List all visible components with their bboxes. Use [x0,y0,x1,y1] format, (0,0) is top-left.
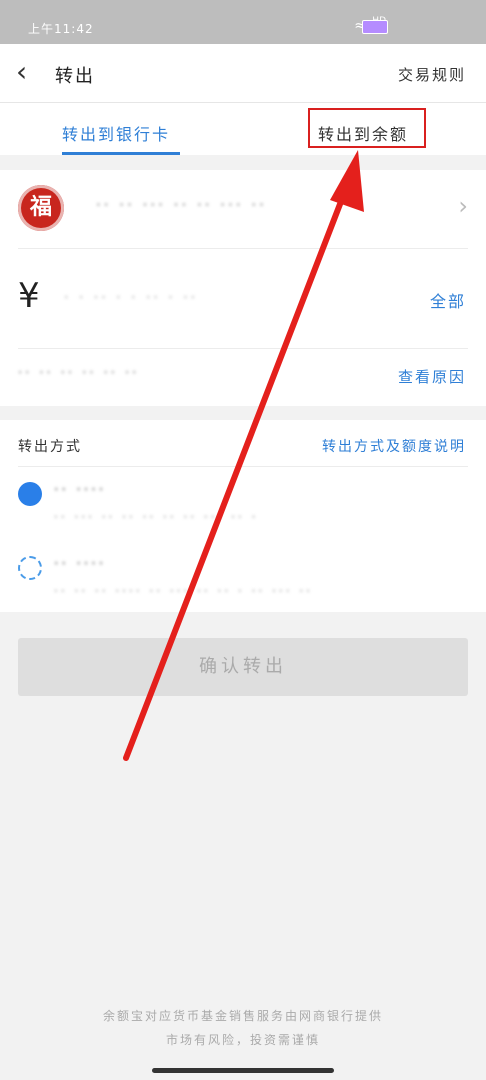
confirm-transfer-button[interactable]: 确认转出 [18,638,468,696]
page-title: 转出 [55,66,95,87]
method-info-link[interactable]: 转出方式及额度说明 [322,436,466,456]
option-unselected-icon[interactable] [18,556,42,580]
home-indicator[interactable] [152,1068,334,1073]
page-header: ‹ 转出 交易规则 [0,44,486,103]
status-bar: 上午11:42 ≈ HD [0,0,486,44]
battery-icon [362,20,388,34]
option-selected-icon[interactable] [18,482,42,506]
view-reason-link[interactable]: 查看原因 [398,366,466,387]
footer-line: 市场有风险，投资需谨慎 [165,1033,320,1047]
amount-input[interactable]: · · ·· · · ·· · ·· [64,290,198,306]
footer-disclaimer: 余额宝对应货币基金销售服务由网商银行提供 市场有风险，投资需谨慎 [0,1004,486,1052]
bank-logo-icon: 福 [18,185,64,231]
option-title: ·· ···· [54,482,107,498]
divider [18,248,468,249]
transfer-method-card: 转出方式 转出方式及额度说明 ·· ···· ·· ··· ·· ·· ·· ·… [0,420,486,612]
option-desc: ·· ··· ·· ·· ·· ·· ·· ··· ·· · [54,510,259,524]
divider [18,466,468,467]
status-time: 上午11:42 [28,22,94,36]
bank-amount-card: 福 ·· ·· ··· ·· ·· ··· ·· › ¥ · · ·· · · … [0,170,486,406]
limit-note: ·· ·· ·· ·· ·· ·· [18,366,140,381]
currency-symbol: ¥ [18,276,40,316]
bank-card-name[interactable]: ·· ·· ··· ·· ·· ··· ·· [96,196,267,214]
active-tab-indicator [62,152,180,155]
chevron-right-icon[interactable]: › [458,192,468,220]
option-desc: ·· ·· ·· ···· ·· ··· ·· ·· · ·· ··· ·· [54,584,313,598]
withdraw-all-link[interactable]: 全部 [430,288,466,312]
trade-rules-link[interactable]: 交易规则 [398,64,466,85]
method-label: 转出方式 [18,439,82,455]
footer-line: 余额宝对应货币基金销售服务由网商银行提供 [102,1009,383,1023]
option-title: ·· ···· [54,556,107,572]
back-icon[interactable]: ‹ [16,58,27,86]
divider [18,348,468,349]
tab-to-bank-card[interactable]: 转出到银行卡 [62,121,170,145]
annotation-highlight-box [308,108,426,148]
